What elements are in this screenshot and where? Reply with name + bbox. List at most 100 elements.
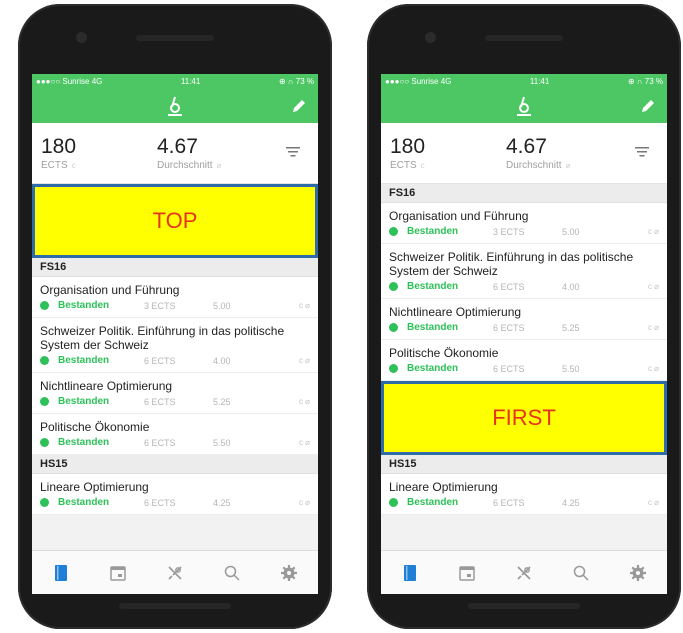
status-dot	[389, 364, 398, 373]
carrier-signal: ●●●○○ Sunrise 4G	[385, 77, 452, 86]
course-title: Nichtlineare Optimierung	[389, 305, 522, 319]
ects-credits: 6 ECTS	[144, 396, 176, 407]
app-screen: ●●●○○ Sunrise 4G 11:41 ⊕ ∩ 73 % 180 ECTS…	[381, 74, 667, 594]
ects-credits: 6 ECTS	[493, 497, 525, 508]
tab-bar	[32, 550, 318, 594]
grade: 4.25	[562, 497, 580, 508]
status-label: Bestanden	[58, 355, 110, 366]
average-mini: ⌀	[216, 161, 222, 170]
course-title: Politische Ökonomie	[389, 346, 499, 360]
course-flags: c ⌀	[298, 356, 310, 365]
tab-search[interactable]	[571, 563, 591, 583]
ects-label: ECTS	[41, 160, 68, 171]
average-stat: 4.67 Durchschnitt ⌀	[506, 135, 570, 171]
section-header: FS16	[381, 184, 667, 203]
course-row[interactable]: Lineare Optimierung Bestanden 6 ECTS 4.25 c…	[381, 474, 667, 515]
grade: 4.00	[213, 355, 231, 366]
calendar-icon	[459, 565, 475, 581]
highlight-banner: FIRST	[381, 381, 667, 455]
tab-settings[interactable]	[279, 563, 299, 583]
grade: 4.25	[213, 497, 231, 508]
status-dot	[40, 438, 49, 447]
ects-credits: 3 ECTS	[493, 226, 525, 237]
camera-lens	[76, 32, 87, 43]
tab-grades[interactable]	[400, 563, 420, 583]
average-value: 4.67	[506, 135, 547, 158]
ects-credits: 3 ECTS	[144, 300, 176, 311]
status-dot	[40, 356, 49, 365]
course-flags: c ⌀	[298, 397, 310, 406]
book-icon	[54, 564, 67, 581]
status-dot	[40, 397, 49, 406]
course-row[interactable]: Lineare Optimierung Bestanden 6 ECTS 4.25 c…	[32, 474, 318, 515]
filter-icon[interactable]	[286, 146, 300, 158]
highlight-banner: TOP	[32, 184, 318, 258]
tab-calendar[interactable]	[108, 563, 128, 583]
tab-settings[interactable]	[628, 563, 648, 583]
logo-icon	[168, 96, 182, 116]
filter-icon[interactable]	[635, 146, 649, 158]
pencil-icon[interactable]	[291, 98, 307, 114]
tab-grades[interactable]	[51, 563, 71, 583]
course-title: Organisation und Führung	[389, 209, 529, 223]
course-row[interactable]: Politische Ökonomie Bestanden 6 ECTS 5.50 c…	[381, 340, 667, 381]
tab-mensa[interactable]	[514, 563, 534, 583]
ects-value: 180	[390, 135, 426, 158]
phone-right: ●●●○○ Sunrise 4G 11:41 ⊕ ∩ 73 % 180 ECTS…	[367, 4, 681, 629]
course-row[interactable]: Politische Ökonomie Bestanden 6 ECTS 5.50 c…	[32, 414, 318, 455]
course-flags: c ⌀	[647, 364, 659, 373]
course-row[interactable]: Schweizer Politik. Einführung in das pol…	[32, 318, 318, 373]
course-row[interactable]: Schweizer Politik. Einführung in das pol…	[381, 244, 667, 299]
summary-panel: 180 ECTS c 4.67 Durchschnitt ⌀	[381, 123, 667, 184]
tab-calendar[interactable]	[457, 563, 477, 583]
status-label: Bestanden	[58, 437, 110, 448]
course-row[interactable]: Nichtlineare Optimierung Bestanden 6 ECTS…	[381, 299, 667, 340]
tab-search[interactable]	[222, 563, 242, 583]
status-label: Bestanden	[407, 363, 459, 374]
grade: 5.50	[562, 363, 580, 374]
course-flags: c ⌀	[298, 498, 310, 507]
course-row[interactable]: Organisation und Führung Bestanden 3 ECTS…	[381, 203, 667, 244]
course-flags: c ⌀	[647, 282, 659, 291]
speaker-grille	[136, 35, 214, 41]
average-value: 4.67	[157, 135, 198, 158]
logo-icon	[517, 96, 531, 116]
ects-mini: c	[420, 161, 425, 170]
status-label: Bestanden	[407, 281, 459, 292]
grade: 4.00	[562, 281, 580, 292]
status-label: Bestanden	[407, 497, 459, 508]
course-title: Organisation und Führung	[40, 283, 180, 297]
course-row[interactable]: Nichtlineare Optimierung Bestanden 6 ECTS…	[32, 373, 318, 414]
status-label: Bestanden	[407, 226, 459, 237]
calendar-icon	[110, 565, 126, 581]
ects-label: ECTS	[390, 160, 417, 171]
ects-mini: c	[71, 161, 76, 170]
course-flags: c ⌀	[298, 438, 310, 447]
clock: 11:41	[529, 77, 550, 86]
book-icon	[403, 564, 416, 581]
pencil-icon[interactable]	[640, 98, 656, 114]
course-title: Nichtlineare Optimierung	[40, 379, 173, 393]
average-label: Durchschnitt	[157, 160, 213, 171]
status-label: Bestanden	[407, 322, 459, 333]
course-row[interactable]: Organisation und Führung Bestanden 3 ECTS…	[32, 277, 318, 318]
home-indicator	[468, 603, 580, 609]
ects-credits: 6 ECTS	[493, 322, 525, 333]
status-dot	[40, 301, 49, 310]
tab-mensa[interactable]	[165, 563, 185, 583]
phone-left: ●●●○○ Sunrise 4G 11:41 ⊕ ∩ 73 % 180 ECTS…	[18, 4, 332, 629]
battery-status: ⊕ ∩ 73 %	[278, 77, 314, 86]
grade: 5.50	[213, 437, 231, 448]
course-title: Lineare Optimierung	[40, 480, 149, 494]
ects-credits: 6 ECTS	[493, 363, 525, 374]
course-title: Politische Ökonomie	[40, 420, 150, 434]
ects-stat: 180 ECTS c	[390, 135, 425, 171]
status-dot	[389, 498, 398, 507]
average-stat: 4.67 Durchschnitt ⌀	[157, 135, 221, 171]
gear-icon	[281, 564, 298, 581]
status-dot	[389, 227, 398, 236]
status-dot	[40, 498, 49, 507]
course-flags: c ⌀	[647, 227, 659, 236]
cutlery-icon	[168, 565, 182, 580]
app-screen: ●●●○○ Sunrise 4G 11:41 ⊕ ∩ 73 % 180 ECTS…	[32, 74, 318, 594]
